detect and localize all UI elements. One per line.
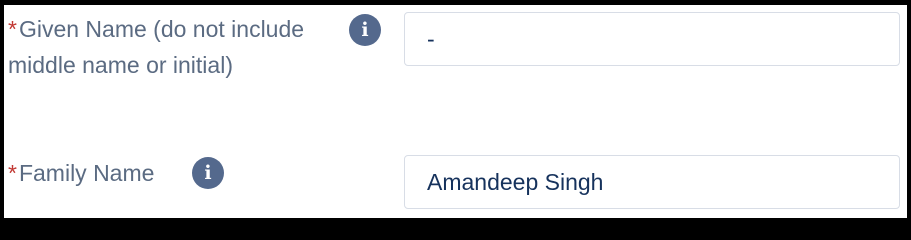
- family-name-label: *Family Name: [8, 155, 188, 191]
- form-panel: *Given Name (do not include middle name …: [4, 5, 907, 218]
- given-name-label-text: Given Name (do not include middle name o…: [8, 16, 305, 78]
- given-name-input[interactable]: [404, 12, 900, 66]
- info-icon[interactable]: i: [192, 157, 224, 189]
- required-marker: *: [8, 16, 17, 42]
- family-name-row: *Family Name i: [4, 145, 907, 218]
- info-icon[interactable]: i: [349, 14, 381, 46]
- family-name-label-text: Family Name: [18, 160, 155, 186]
- given-name-row: *Given Name (do not include middle name …: [4, 5, 907, 135]
- required-marker: *: [8, 160, 17, 186]
- given-name-label: *Given Name (do not include middle name …: [8, 11, 328, 83]
- family-name-input[interactable]: [404, 155, 900, 209]
